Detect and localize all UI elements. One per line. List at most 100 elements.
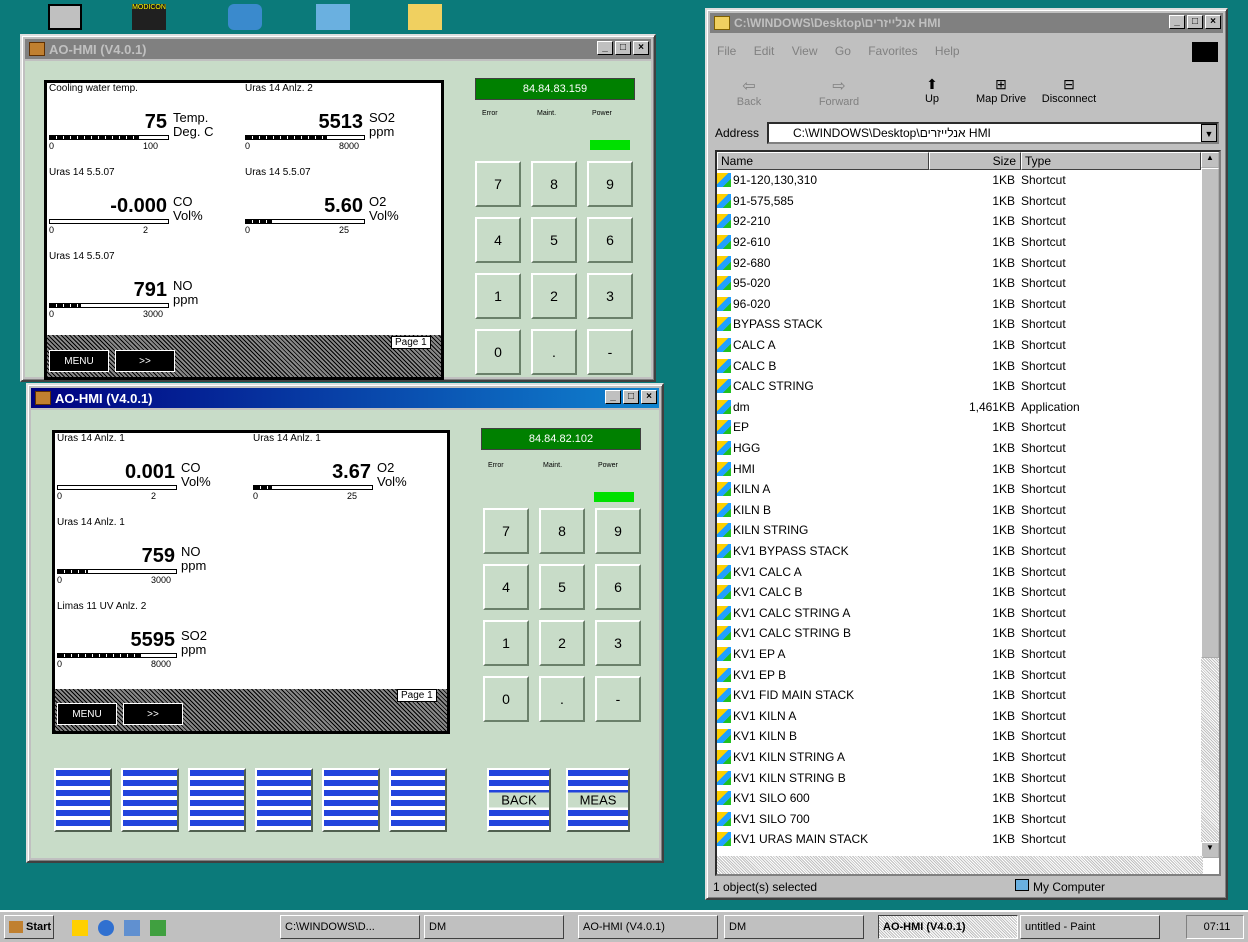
keypad-key[interactable]: 1 — [483, 620, 529, 666]
file-list[interactable]: Name Size Type 91-120,130,310 1KB Shortcut… — [715, 150, 1221, 876]
file-row[interactable]: EP 1KB Shortcut — [717, 417, 1201, 438]
column-type[interactable]: Type — [1021, 152, 1201, 170]
file-row[interactable]: KV1 BYPASS STACK 1KB Shortcut — [717, 541, 1201, 562]
desktop-modicon-icon[interactable]: MODICON — [132, 4, 166, 30]
desktop-app-icon[interactable] — [316, 4, 350, 30]
file-row[interactable]: KILN B 1KB Shortcut — [717, 500, 1201, 521]
file-row[interactable]: KV1 CALC STRING A 1KB Shortcut — [717, 603, 1201, 624]
keypad-key[interactable]: 7 — [475, 161, 521, 207]
keypad-key[interactable]: 9 — [587, 161, 633, 207]
meas-button[interactable]: MEAS — [566, 768, 630, 832]
quicklaunch-icons[interactable] — [72, 920, 202, 936]
maximize-button[interactable]: □ — [615, 41, 631, 55]
file-row[interactable]: KV1 KILN STRING B 1KB Shortcut — [717, 767, 1201, 788]
channels-icon[interactable] — [150, 920, 166, 936]
hmi-bottom-titlebar[interactable]: AO-HMI (V4.0.1) _ □ × — [31, 388, 659, 408]
scroll-up-icon[interactable]: ▲ — [1201, 152, 1219, 168]
soft-key[interactable] — [121, 768, 179, 832]
keypad-key[interactable]: 6 — [595, 564, 641, 610]
file-row[interactable]: KV1 EP B 1KB Shortcut — [717, 664, 1201, 685]
menu-file[interactable]: File — [717, 44, 736, 58]
file-row[interactable]: KV1 KILN STRING A 1KB Shortcut — [717, 747, 1201, 768]
keypad-key[interactable]: 7 — [483, 508, 529, 554]
explorer-titlebar[interactable]: C:\WINDOWS\Desktop\אנלייזרים HMI _ □ × — [710, 13, 1223, 33]
close-button[interactable]: × — [633, 41, 649, 55]
keypad-key[interactable]: - — [595, 676, 641, 722]
menu-button[interactable]: MENU — [57, 703, 117, 725]
hmi-top-titlebar[interactable]: AO-HMI (V4.0.1) _ □ × — [25, 39, 651, 59]
file-row[interactable]: KV1 SILO 700 1KB Shortcut — [717, 809, 1201, 830]
file-row[interactable]: 91-120,130,310 1KB Shortcut — [717, 170, 1201, 191]
task-dm[interactable]: DM — [424, 915, 564, 939]
desktop-folder-icon[interactable] — [408, 4, 442, 30]
task-explorer[interactable]: C:\WINDOWS\D... — [280, 915, 420, 939]
close-button[interactable]: × — [1205, 15, 1221, 29]
file-row[interactable]: KV1 URAS MAIN STACK 1KB Shortcut — [717, 829, 1201, 850]
menu-view[interactable]: View — [792, 44, 818, 58]
file-row[interactable]: CALC B 1KB Shortcut — [717, 355, 1201, 376]
maximize-button[interactable]: □ — [623, 390, 639, 404]
menu-edit[interactable]: Edit — [754, 44, 775, 58]
scroll-thumb[interactable] — [1201, 168, 1219, 658]
keypad-key[interactable]: - — [587, 329, 633, 375]
menu-favorites[interactable]: Favorites — [868, 44, 917, 58]
file-row[interactable]: KV1 FID MAIN STACK 1KB Shortcut — [717, 685, 1201, 706]
file-row[interactable]: 92-680 1KB Shortcut — [717, 252, 1201, 273]
address-field[interactable]: C:\WINDOWS\Desktop\אנלייזרים HMI ▼ — [767, 122, 1219, 144]
file-row[interactable]: CALC A 1KB Shortcut — [717, 335, 1201, 356]
task-dm-2[interactable]: DM — [724, 915, 864, 939]
address-dropdown-button[interactable]: ▼ — [1201, 124, 1217, 142]
keypad-key[interactable]: 3 — [595, 620, 641, 666]
keypad-key[interactable]: 6 — [587, 217, 633, 263]
file-row[interactable]: KV1 KILN A 1KB Shortcut — [717, 706, 1201, 727]
file-row[interactable]: KV1 EP A 1KB Shortcut — [717, 644, 1201, 665]
up-button[interactable]: ⬆ Up — [917, 76, 947, 105]
outlook-icon[interactable] — [124, 920, 140, 936]
file-row[interactable]: 92-210 1KB Shortcut — [717, 211, 1201, 232]
ie-icon[interactable] — [98, 920, 114, 936]
keypad-key[interactable]: . — [531, 329, 577, 375]
menu-button[interactable]: MENU — [49, 350, 109, 372]
task-paint[interactable]: untitled - Paint — [1020, 915, 1160, 939]
minimize-button[interactable]: _ — [597, 41, 613, 55]
show-desktop-icon[interactable] — [72, 920, 88, 936]
back-button[interactable]: BACK — [487, 768, 551, 832]
file-row[interactable]: KILN STRING 1KB Shortcut — [717, 520, 1201, 541]
column-name[interactable]: Name — [717, 152, 929, 170]
keypad-key[interactable]: 1 — [475, 273, 521, 319]
file-row[interactable]: KV1 CALC B 1KB Shortcut — [717, 582, 1201, 603]
soft-key[interactable] — [322, 768, 380, 832]
scroll-down-icon[interactable]: ▼ — [1201, 842, 1219, 858]
horizontal-scrollbar[interactable] — [717, 856, 1203, 874]
file-row[interactable]: KV1 SILO 600 1KB Shortcut — [717, 788, 1201, 809]
map-drive-button[interactable]: ⊞ Map Drive — [969, 76, 1033, 105]
file-row[interactable]: 96-020 1KB Shortcut — [717, 294, 1201, 315]
file-row[interactable]: KILN A 1KB Shortcut — [717, 479, 1201, 500]
soft-key[interactable] — [255, 768, 313, 832]
file-row[interactable]: 91-575,585 1KB Shortcut — [717, 191, 1201, 212]
keypad-key[interactable]: 4 — [483, 564, 529, 610]
task-hmi-1[interactable]: AO-HMI (V4.0.1) — [578, 915, 718, 939]
keypad-key[interactable]: 8 — [531, 161, 577, 207]
task-hmi-2[interactable]: AO-HMI (V4.0.1) — [878, 915, 1018, 939]
forward-button[interactable]: ⇨ Forward — [811, 76, 867, 108]
keypad-key[interactable]: 3 — [587, 273, 633, 319]
desktop-computer-icon[interactable] — [48, 4, 82, 30]
minimize-button[interactable]: _ — [1169, 15, 1185, 29]
file-row[interactable]: HGG 1KB Shortcut — [717, 438, 1201, 459]
desktop-network-icon[interactable] — [228, 4, 262, 30]
file-row[interactable]: 95-020 1KB Shortcut — [717, 273, 1201, 294]
disconnect-button[interactable]: ⊟ Disconnect — [1033, 76, 1105, 105]
file-row[interactable]: KV1 CALC STRING B 1KB Shortcut — [717, 623, 1201, 644]
start-button[interactable]: Start — [4, 915, 54, 939]
keypad-key[interactable]: 9 — [595, 508, 641, 554]
soft-key[interactable] — [389, 768, 447, 832]
file-row[interactable]: KV1 KILN B 1KB Shortcut — [717, 726, 1201, 747]
keypad-key[interactable]: 2 — [539, 620, 585, 666]
file-row[interactable]: CALC STRING 1KB Shortcut — [717, 376, 1201, 397]
explorer-window[interactable]: C:\WINDOWS\Desktop\אנלייזרים HMI _ □ × F… — [705, 8, 1228, 900]
close-button[interactable]: × — [641, 390, 657, 404]
maximize-button[interactable]: □ — [1187, 15, 1203, 29]
next-button[interactable]: >> — [123, 703, 183, 725]
file-row[interactable]: 92-610 1KB Shortcut — [717, 232, 1201, 253]
